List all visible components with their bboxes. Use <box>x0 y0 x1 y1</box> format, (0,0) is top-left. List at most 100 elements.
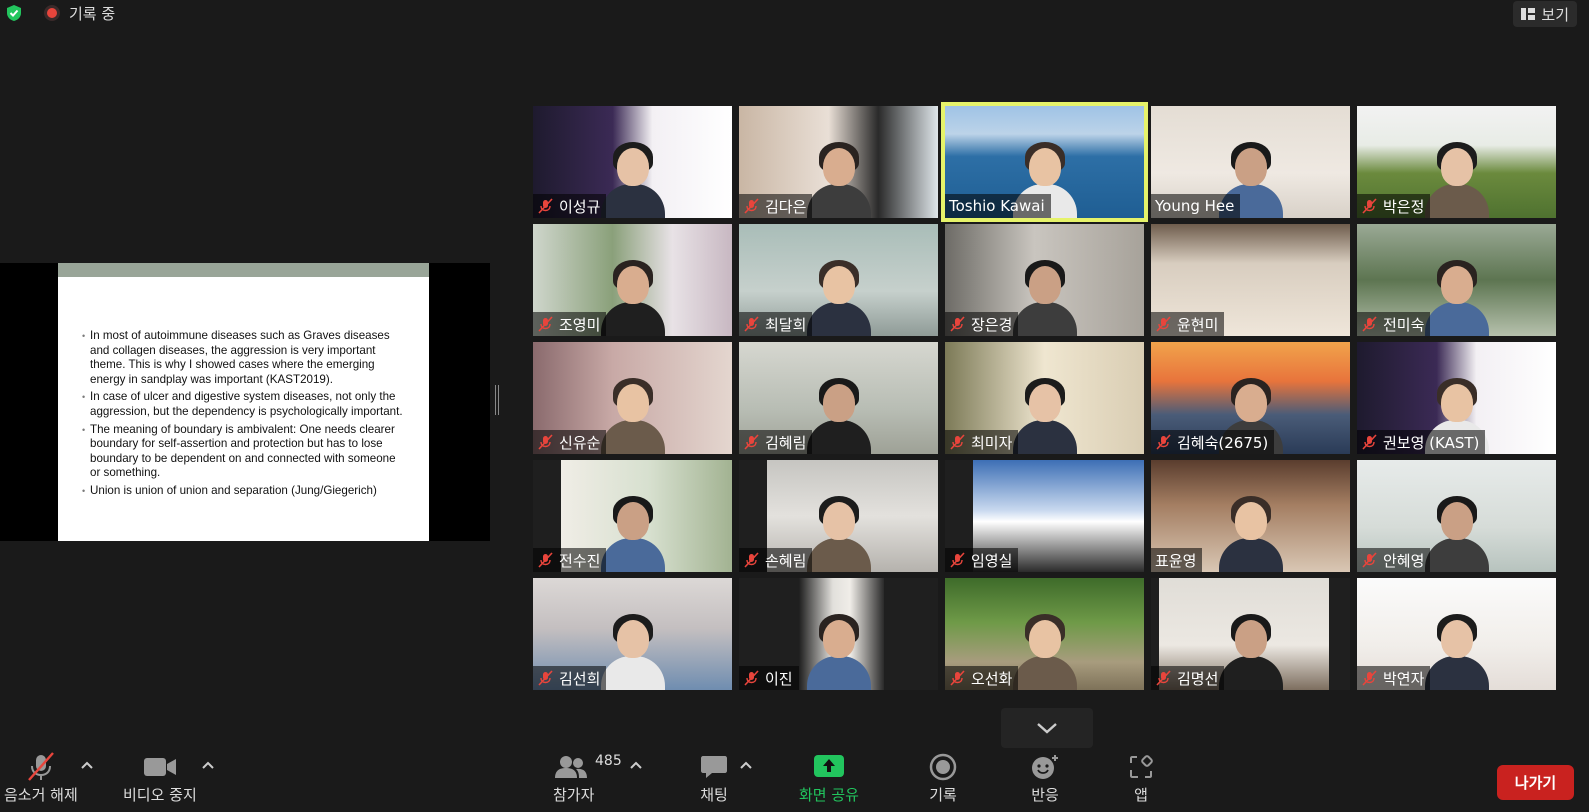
participant-figure <box>806 374 871 454</box>
participant-name: 김혜림 <box>765 433 807 452</box>
participant-nameplate: 표윤영 <box>1151 548 1203 572</box>
mic-muted-icon <box>744 434 759 450</box>
record-button[interactable]: 기록 <box>926 752 960 805</box>
participant-name: 최달희 <box>765 315 807 334</box>
view-button[interactable]: 보기 <box>1513 1 1577 27</box>
audio-options-caret-icon[interactable] <box>80 758 94 772</box>
participant-video-tile[interactable]: 최미자 <box>945 342 1144 454</box>
participant-name: 전수진 <box>559 551 601 570</box>
mic-muted-icon <box>538 198 553 214</box>
participant-video-tile[interactable]: 박은정 <box>1357 106 1556 218</box>
participant-figure <box>806 610 871 690</box>
participant-nameplate: 전수진 <box>533 548 607 572</box>
participant-video-tile[interactable]: 김다은 <box>739 106 938 218</box>
participant-name: 장은경 <box>971 315 1013 334</box>
participant-nameplate: 안혜영 <box>1357 548 1431 572</box>
participant-video-tile[interactable]: 박연자 <box>1357 578 1556 690</box>
mic-muted-icon <box>1156 316 1171 332</box>
participant-nameplate: 최미자 <box>945 430 1019 454</box>
participant-video-tile[interactable]: 윤현미 <box>1151 224 1350 336</box>
unmute-button[interactable]: 음소거 해제 <box>4 752 78 805</box>
participant-name: 신유순 <box>559 433 601 452</box>
mic-muted-icon <box>950 434 965 450</box>
participant-video-tile[interactable]: 오선화 <box>945 578 1144 690</box>
participant-figure <box>1424 610 1489 690</box>
participant-video-tile[interactable]: 김혜숙(2675) <box>1151 342 1350 454</box>
slide-header-band <box>58 263 429 277</box>
participant-video-tile[interactable]: 전미숙 <box>1357 224 1556 336</box>
security-shield-icon[interactable] <box>5 4 23 22</box>
recording-label: 기록 중 <box>69 5 116 23</box>
participant-video-tile[interactable]: Toshio Kawai <box>941 102 1148 222</box>
participant-video-tile[interactable]: 권보영 (KAST) <box>1357 342 1556 454</box>
leave-meeting-button[interactable]: 나가기 <box>1497 765 1574 800</box>
mic-muted-icon <box>1362 552 1377 568</box>
participant-figure <box>1012 256 1077 336</box>
participant-video-tile[interactable]: 표윤영 <box>1151 460 1350 572</box>
participants-options-caret-icon[interactable] <box>629 758 643 772</box>
participant-video-tile[interactable]: 최달희 <box>739 224 938 336</box>
participant-video-tile[interactable]: 신유순 <box>533 342 732 454</box>
participant-name: 이성규 <box>559 197 601 216</box>
participant-video-tile[interactable]: 이성규 <box>533 106 732 218</box>
participant-video-tile[interactable]: 김선희 <box>533 578 732 690</box>
slide-bullet: Union is union of union and separation (… <box>82 484 409 499</box>
share-screen-icon <box>813 755 844 777</box>
apps-button[interactable]: 앱 <box>1124 752 1158 805</box>
mic-muted-icon <box>950 670 965 686</box>
participants-button[interactable]: 참가자 <box>553 752 594 805</box>
participant-figure <box>1424 256 1489 336</box>
video-gallery: 이성규 김다은 Toshio Kawai Young Hee 박은정조영미 최달희 장은경 윤… <box>533 102 1563 700</box>
participant-video-tile[interactable]: 임영실 <box>945 460 1144 572</box>
mic-muted-icon <box>538 434 553 450</box>
resize-splitter[interactable] <box>495 385 499 415</box>
recording-dot-icon <box>44 5 60 21</box>
apps-icon <box>1130 755 1153 778</box>
stop-video-button[interactable]: 비디오 중지 <box>123 752 197 805</box>
participant-nameplate: 전미숙 <box>1357 312 1431 336</box>
participant-video-tile[interactable]: 전수진 <box>533 460 732 572</box>
gallery-next-page-button[interactable] <box>1001 708 1093 748</box>
participant-nameplate: 조영미 <box>533 312 607 336</box>
unmute-label: 음소거 해제 <box>4 786 78 804</box>
participant-name: 김혜숙(2675) <box>1177 433 1269 452</box>
participant-video-tile[interactable]: Young Hee <box>1151 106 1350 218</box>
video-options-caret-icon[interactable] <box>201 758 215 772</box>
participant-nameplate: 김명선 <box>1151 666 1225 690</box>
participant-video-tile[interactable]: 이진 <box>739 578 938 690</box>
participant-name: 손혜림 <box>765 551 807 570</box>
participant-name: 이진 <box>765 669 793 688</box>
participant-name: 박은정 <box>1383 197 1425 216</box>
participant-video-tile[interactable]: 김혜림 <box>739 342 938 454</box>
participant-figure <box>806 138 871 218</box>
participant-figure <box>1012 610 1077 690</box>
participant-video-tile[interactable]: 손혜림 <box>739 460 938 572</box>
record-label: 기록 <box>929 786 957 804</box>
participant-video-tile[interactable]: 장은경 <box>945 224 1144 336</box>
mic-muted-icon <box>744 670 759 686</box>
view-label: 보기 <box>1541 5 1569 24</box>
reactions-button[interactable]: 반응 <box>1028 752 1062 805</box>
participant-figure <box>600 256 665 336</box>
slide-bullet: The meaning of boundary is ambivalent: O… <box>82 423 409 481</box>
participant-name: 전미숙 <box>1383 315 1425 334</box>
mic-muted-icon <box>1362 670 1377 686</box>
participant-video-tile[interactable]: 김명선 <box>1151 578 1350 690</box>
view-grid-icon <box>1521 8 1536 20</box>
participant-nameplate: 이성규 <box>533 194 607 218</box>
share-screen-label: 화면 공유 <box>799 786 859 804</box>
participant-nameplate: 장은경 <box>945 312 1019 336</box>
participant-figure <box>1218 492 1283 572</box>
mic-muted-icon <box>1156 670 1171 686</box>
top-bar: 기록 중 보기 <box>0 0 1589 27</box>
participant-name: 표윤영 <box>1155 551 1197 570</box>
chat-options-caret-icon[interactable] <box>739 758 753 772</box>
chat-button[interactable]: 채팅 <box>697 752 731 805</box>
reactions-label: 반응 <box>1031 786 1059 804</box>
participant-video-tile[interactable]: 조영미 <box>533 224 732 336</box>
participant-name: Young Hee <box>1155 197 1235 215</box>
participant-nameplate: 오선화 <box>945 666 1019 690</box>
participant-nameplate: 손혜림 <box>739 548 813 572</box>
participant-video-tile[interactable]: 안혜영 <box>1357 460 1556 572</box>
share-screen-button[interactable]: 화면 공유 <box>799 752 859 805</box>
